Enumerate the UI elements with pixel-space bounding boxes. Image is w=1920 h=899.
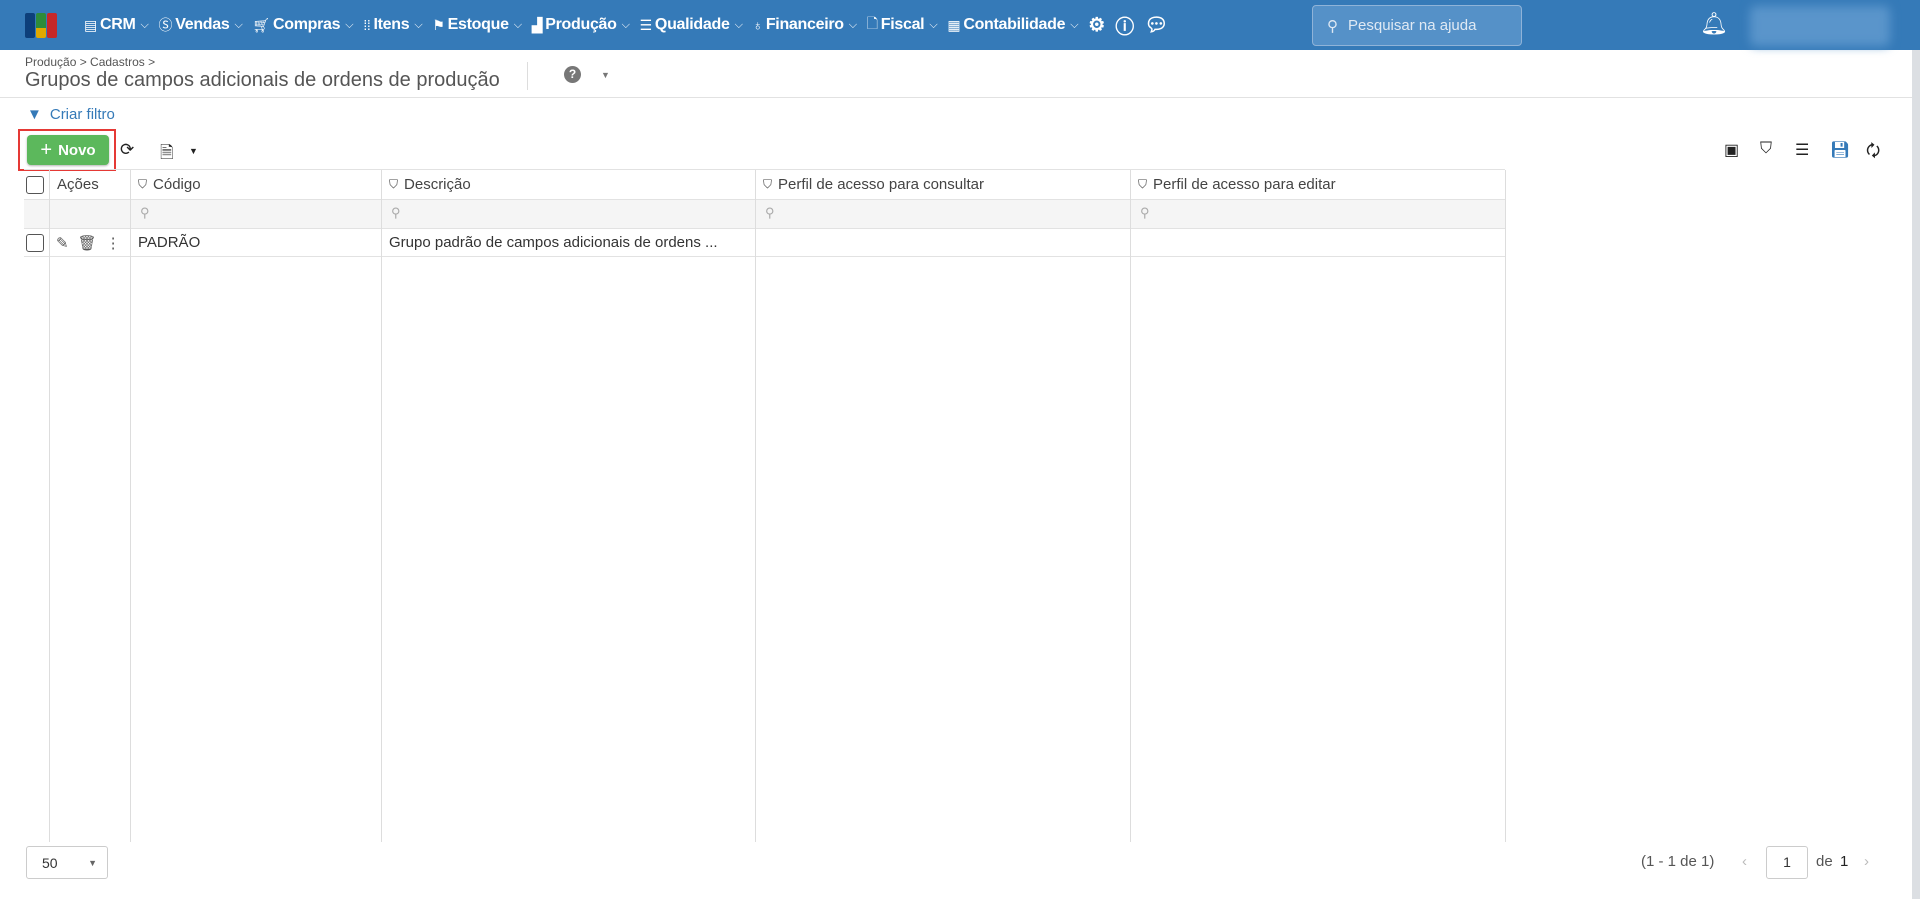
nav-contabilidade[interactable]: ▦ Contabilidade ⌵ <box>947 16 1078 34</box>
nav-producao[interactable]: ▟ Produção ⌵ <box>532 16 630 34</box>
column-divider <box>381 170 382 842</box>
main-nav: ▤ CRM ⌵ Ⓢ Vendas ⌵ 🛒︎ Compras ⌵ ⁞⁞ Itens ⌵ ⚑ Esto… <box>84 0 1168 50</box>
search-icon[interactable]: ⚲ <box>391 205 401 221</box>
help-search-input[interactable]: ⚲ Pesquisar na ajuda <box>1312 5 1522 46</box>
divider <box>0 97 1912 98</box>
cell-perfil-editar <box>1130 228 1138 257</box>
search-icon[interactable]: ⚲ <box>140 205 150 221</box>
divider <box>527 62 528 90</box>
chevron-down-icon: ⌵ <box>621 18 630 31</box>
nav-itens[interactable]: ⁞⁞ Itens ⌵ <box>363 16 422 34</box>
header-acoes: Ações <box>57 176 99 193</box>
nav-fiscal[interactable]: 🗋︎ Fiscal ⌵ <box>867 13 938 37</box>
export-icon[interactable]: 🗎︎ <box>160 140 174 169</box>
page-size-select[interactable]: 50 ▼ <box>26 846 108 879</box>
app-logo[interactable] <box>25 13 57 38</box>
chevron-down-icon: ⌵ <box>513 18 522 31</box>
nav-financeiro[interactable]: ♁ Financeiro ⌵ <box>753 16 857 34</box>
nav-compras[interactable]: 🛒︎ Compras ⌵ <box>253 16 354 34</box>
caret-down-icon[interactable]: ▼ <box>189 146 198 156</box>
chevron-down-icon: ⌵ <box>414 18 423 31</box>
total-pages: 1 <box>1840 853 1849 870</box>
page-input[interactable]: 1 <box>1766 846 1808 879</box>
chevron-down-icon: ⌵ <box>140 18 149 31</box>
breadcrumb[interactable]: Produção > Cadastros > <box>25 55 155 69</box>
top-navbar: ▤ CRM ⌵ Ⓢ Vendas ⌵ 🛒︎ Compras ⌵ ⁞⁞ Itens ⌵ ⚑ Esto… <box>0 0 1920 50</box>
document-check-icon: 🗋︎ <box>866 15 878 31</box>
more-vertical-icon[interactable]: ⋮ <box>106 234 121 252</box>
filter-icon[interactable]: ⛉ <box>138 177 147 192</box>
search-icon: ⚲ <box>1327 17 1338 35</box>
pagination-range: (1 - 1 de 1) <box>1641 853 1715 870</box>
page-title: Grupos de campos adicionais de ordens de… <box>25 69 500 91</box>
column-divider <box>130 170 131 842</box>
row-checkbox[interactable] <box>18 228 44 257</box>
factory-icon: ▟ <box>531 16 543 33</box>
header-codigo[interactable]: ⛉ Código <box>130 170 201 199</box>
reset-layout-icon[interactable]: 🗘 <box>1866 140 1880 167</box>
save-icon[interactable]: 💾︎ <box>1830 140 1850 160</box>
trash-icon[interactable]: 🗑︎ <box>78 234 97 252</box>
filter-icon[interactable]: ⛉ <box>389 177 398 192</box>
caret-down-icon[interactable]: ▼ <box>601 70 610 80</box>
filter-icon[interactable]: ⛉ <box>763 177 772 192</box>
caret-down-icon: ▼ <box>88 857 97 868</box>
money-bag-icon: ♁ <box>752 17 764 33</box>
header-perfil-editar[interactable]: ⛉ Perfil de acesso para editar <box>1130 170 1336 199</box>
refresh-icon[interactable]: ⟳ <box>120 140 134 160</box>
chevron-down-icon: ⌵ <box>345 18 354 31</box>
cell-descricao: Grupo padrão de campos adicionais de ord… <box>389 234 718 251</box>
column-divider <box>49 170 50 842</box>
filter-icon[interactable]: ⛉ <box>1138 177 1147 192</box>
cart-icon: 🛒︎ <box>252 16 271 33</box>
nav-crm[interactable]: ▤ CRM ⌵ <box>84 16 149 34</box>
calculator-icon: ▦ <box>947 16 961 33</box>
dollar-icon: Ⓢ <box>158 17 173 33</box>
plus-icon: + <box>40 138 53 161</box>
chat-icon[interactable]: 💬︎ <box>1144 13 1168 37</box>
data-grid: Ações ⛉ Código ⛉ Descrição ⛉ Perfil de aces… <box>24 169 1506 842</box>
edit-icon[interactable]: ✎ <box>56 234 69 252</box>
prev-page-icon[interactable]: ‹ <box>1742 853 1747 870</box>
column-divider <box>1505 170 1506 842</box>
chevron-down-icon: ⌵ <box>929 18 938 31</box>
header-perfil-consultar[interactable]: ⛉ Perfil de acesso para consultar <box>755 170 984 199</box>
next-page-icon[interactable]: › <box>1864 853 1869 870</box>
stock-icon: ⚑ <box>432 16 445 33</box>
bell-icon[interactable]: 🔔︎ <box>1700 11 1728 37</box>
select-all-checkbox[interactable] <box>18 170 44 199</box>
nav-qualidade[interactable]: ☰ Qualidade ⌵ <box>640 16 743 34</box>
row-actions: ✎ 🗑︎ ⋮ <box>48 228 121 257</box>
crm-icon: ▤ <box>84 16 97 33</box>
of-label: de <box>1816 853 1833 870</box>
cell-codigo: PADRÃO <box>138 234 201 251</box>
nav-estoque[interactable]: ⚑ Estoque ⌵ <box>432 16 522 34</box>
checklist-icon: ☰ <box>639 16 653 33</box>
search-icon[interactable]: ⚲ <box>765 205 775 221</box>
search-icon[interactable]: ⚲ <box>1140 205 1150 221</box>
table-row[interactable] <box>24 228 1505 257</box>
filter-icon: ▼ <box>27 106 42 123</box>
new-button[interactable]: + Novo <box>27 135 109 165</box>
chevron-down-icon: ⌵ <box>734 18 743 31</box>
gear-icon[interactable]: ⚙ <box>1088 14 1105 37</box>
create-filter-link[interactable]: ▼ Criar filtro <box>27 106 115 123</box>
help-circle-icon[interactable]: ⓘ <box>1115 12 1134 39</box>
columns-icon[interactable]: ▣ <box>1724 140 1739 160</box>
scrollbar[interactable] <box>1912 50 1920 899</box>
cell-perfil-consultar <box>755 228 763 257</box>
nav-vendas[interactable]: Ⓢ Vendas ⌵ <box>159 15 243 35</box>
user-menu[interactable] <box>1750 6 1890 46</box>
column-divider <box>1130 170 1131 842</box>
sort-icon[interactable]: ☰ <box>1795 140 1809 160</box>
chevron-down-icon: ⌵ <box>1070 18 1079 31</box>
help-icon[interactable]: ? <box>564 66 581 83</box>
header-descricao[interactable]: ⛉ Descrição <box>381 170 471 199</box>
chevron-down-icon: ⌵ <box>848 18 857 31</box>
chevron-down-icon: ⌵ <box>234 18 243 31</box>
column-divider <box>755 170 756 842</box>
items-icon: ⁞⁞ <box>363 17 371 33</box>
filter-icon[interactable]: ⛉ <box>1760 140 1772 158</box>
